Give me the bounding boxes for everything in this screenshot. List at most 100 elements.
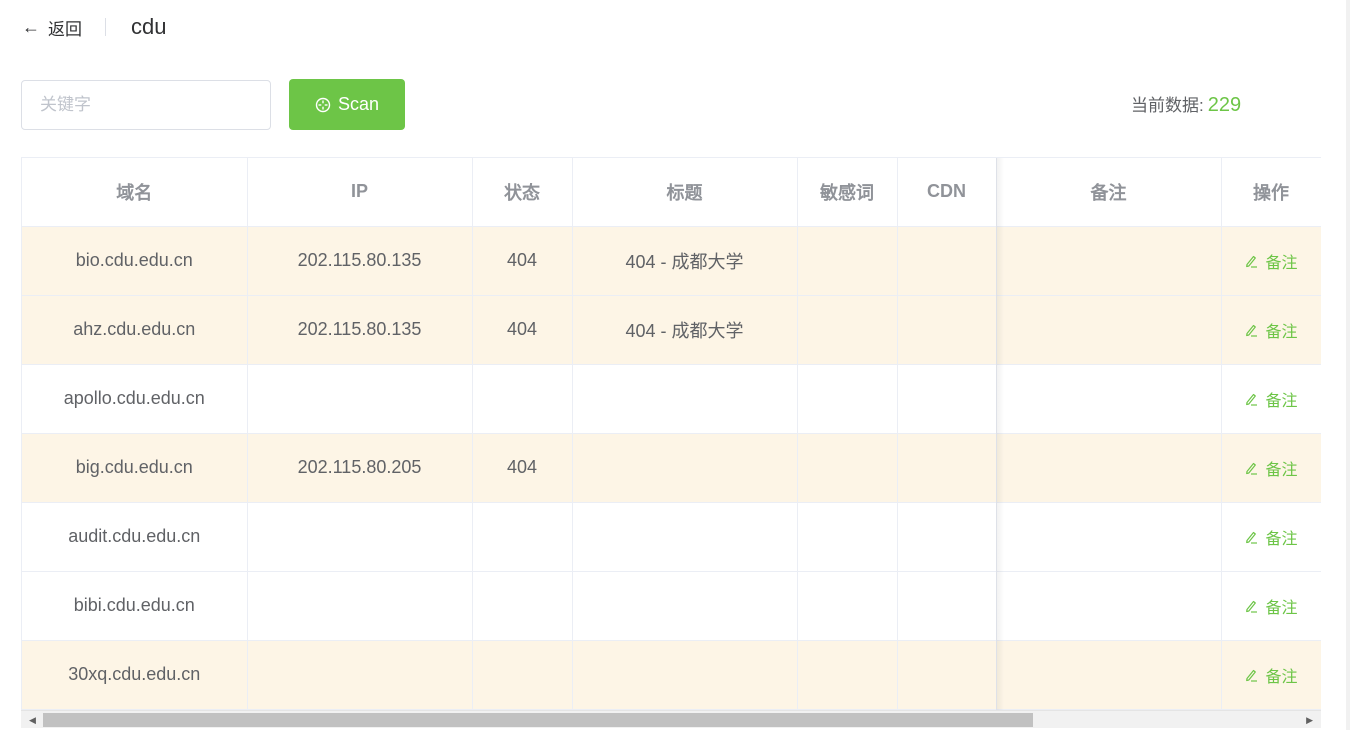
table-row[interactable]: bio.cdu.edu.cn 202.115.80.135 404 404 - 成都大… (22, 226, 1321, 296)
edit-note-label: 备注 (1265, 323, 1298, 341)
cell-action: 备注 (1221, 226, 1321, 296)
scan-button-label: Scan (337, 94, 380, 114)
edit-pen-icon (1246, 462, 1258, 475)
horizontal-scrollbar[interactable]: ◀ ▶ (21, 710, 1321, 728)
cell-status (472, 571, 573, 641)
cell-title (572, 502, 798, 572)
column-header-ip[interactable]: IP (247, 158, 473, 227)
cell-domain: ahz.cdu.edu.cn (22, 295, 248, 365)
edit-note-label: 备注 (1265, 668, 1298, 686)
edit-pen-icon (1246, 255, 1258, 268)
cell-domain: bio.cdu.edu.cn (22, 226, 248, 296)
edit-note-button[interactable]: 备注 (1244, 318, 1298, 342)
cell-ip (247, 364, 473, 434)
crosshair-icon (315, 97, 331, 112)
cell-domain: bibi.cdu.edu.cn (22, 571, 248, 641)
page-header: ← 返回 cdu (22, 12, 166, 42)
back-label: 返回 (48, 19, 82, 39)
cell-note (996, 226, 1222, 296)
scroll-left-icon[interactable]: ◀ (29, 715, 36, 726)
column-header-status[interactable]: 状态 (472, 158, 573, 227)
cell-action: 备注 (1221, 433, 1321, 503)
cell-title (572, 364, 798, 434)
edit-note-label: 备注 (1265, 392, 1298, 410)
scan-button[interactable]: Scan (289, 79, 405, 130)
cell-sensitive (797, 433, 898, 503)
cell-status: 404 (472, 295, 573, 365)
column-header-action[interactable]: 操作 (1221, 158, 1321, 227)
cell-status (472, 364, 573, 434)
column-header-title[interactable]: 标题 (572, 158, 798, 227)
data-count-value: 229 (1207, 94, 1242, 116)
cell-domain: apollo.cdu.edu.cn (22, 364, 248, 434)
cell-action: 备注 (1221, 640, 1321, 710)
column-header-cdn[interactable]: CDN (897, 158, 997, 227)
table-header-row: 域名 IP 状态 标题 敏感词 CDN 备注 操作 (22, 158, 1321, 227)
cell-title: 404 - 成都大学 (572, 226, 798, 296)
table-row[interactable]: bibi.cdu.edu.cn 备注 (22, 571, 1321, 641)
toolbar: Scan 当前数据:229 (21, 79, 1321, 130)
table-row[interactable]: audit.cdu.edu.cn 备注 (22, 502, 1321, 572)
table-row[interactable]: apollo.cdu.edu.cn 备注 (22, 364, 1321, 434)
page-title: cdu (131, 14, 167, 39)
cell-cdn (897, 640, 997, 710)
table-row[interactable]: 30xq.cdu.edu.cn 备注 (22, 640, 1321, 710)
edit-note-label: 备注 (1265, 599, 1298, 617)
column-header-domain[interactable]: 域名 (22, 158, 248, 227)
search-input[interactable] (21, 80, 271, 130)
cell-status: 404 (472, 226, 573, 296)
column-header-sensitive[interactable]: 敏感词 (797, 158, 898, 227)
vertical-scrollbar[interactable] (1346, 0, 1350, 730)
edit-pen-icon (1246, 324, 1258, 337)
edit-pen-icon (1246, 669, 1258, 682)
cell-action: 备注 (1221, 571, 1321, 641)
cell-status (472, 640, 573, 710)
cell-domain: audit.cdu.edu.cn (22, 502, 248, 572)
cell-sensitive (797, 571, 898, 641)
edit-note-button[interactable]: 备注 (1244, 594, 1298, 618)
edit-pen-icon (1246, 393, 1258, 406)
cell-note (996, 364, 1222, 434)
cell-cdn (897, 295, 997, 365)
cell-note (996, 295, 1222, 365)
edit-note-label: 备注 (1265, 530, 1298, 548)
cell-sensitive (797, 640, 898, 710)
cell-status: 404 (472, 433, 573, 503)
edit-pen-icon (1246, 531, 1258, 544)
cell-title: 404 - 成都大学 (572, 295, 798, 365)
edit-note-label: 备注 (1265, 254, 1298, 272)
cell-action: 备注 (1221, 364, 1321, 434)
table-row[interactable]: ahz.cdu.edu.cn 202.115.80.135 404 404 - 成都大… (22, 295, 1321, 365)
scrollbar-thumb[interactable] (43, 713, 1033, 727)
cell-action: 备注 (1221, 295, 1321, 365)
edit-note-button[interactable]: 备注 (1244, 456, 1298, 480)
cell-title (572, 640, 798, 710)
cell-ip: 202.115.80.205 (247, 433, 473, 503)
table-row[interactable]: big.cdu.edu.cn 202.115.80.205 404 备注 (22, 433, 1321, 503)
cell-action: 备注 (1221, 502, 1321, 572)
edit-note-button[interactable]: 备注 (1244, 387, 1298, 411)
back-button[interactable]: ← 返回 (22, 15, 82, 40)
cell-sensitive (797, 502, 898, 572)
cell-sensitive (797, 226, 898, 296)
cell-cdn (897, 226, 997, 296)
cell-cdn (897, 364, 997, 434)
cell-cdn (897, 502, 997, 572)
cell-status (472, 502, 573, 572)
cell-title (572, 571, 798, 641)
column-header-note[interactable]: 备注 (996, 158, 1222, 227)
cell-domain: big.cdu.edu.cn (22, 433, 248, 503)
cell-ip (247, 571, 473, 641)
edit-note-label: 备注 (1265, 461, 1298, 479)
edit-note-button[interactable]: 备注 (1244, 249, 1298, 273)
cell-sensitive (797, 295, 898, 365)
scroll-right-icon[interactable]: ▶ (1306, 715, 1313, 726)
cell-title (572, 433, 798, 503)
cell-sensitive (797, 364, 898, 434)
data-count: 当前数据: 229 (1131, 91, 1241, 117)
edit-note-button[interactable]: 备注 (1244, 663, 1298, 687)
edit-note-button[interactable]: 备注 (1244, 525, 1298, 549)
cell-note (996, 571, 1222, 641)
results-table: 域名 IP 状态 标题 敏感词 CDN 备注 操作 bio.cdu.edu.cn… (21, 157, 1321, 710)
edit-pen-icon (1246, 600, 1258, 613)
